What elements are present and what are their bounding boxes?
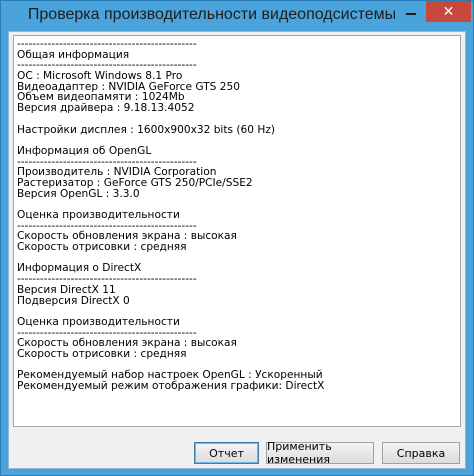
report-line: Рекомендуемый режим отображения графики:… — [17, 380, 325, 392]
report-line: Информация об OpenGL — [17, 144, 152, 157]
report-line: Скорость отрисовки : средняя — [17, 241, 187, 254]
report-line: Версия OpenGL : 3.3.0 — [17, 187, 140, 200]
performance-check-window: Проверка производительности видеоподсист… — [0, 0, 474, 476]
report-line: Подверсия DirectX 0 — [17, 294, 130, 307]
close-icon: ✕ — [442, 3, 455, 20]
help-button[interactable]: Справка — [382, 442, 460, 464]
dialog-client-area: ----------------------------------------… — [8, 31, 466, 469]
report-line — [17, 114, 460, 125]
report-line: Версия драйвера : 9.18.13.4052 — [17, 102, 195, 115]
report-line: Оценка производительности — [17, 315, 180, 328]
title-bar[interactable]: Проверка производительности видеоподсист… — [1, 1, 473, 31]
report-line: Настройки дисплея : 1600x900x32 bits (60… — [17, 123, 276, 136]
report-line: Скорость отрисовки : средняя — [17, 347, 187, 360]
report-text-area[interactable]: ----------------------------------------… — [13, 35, 461, 427]
report-button[interactable]: Отчет — [194, 442, 259, 464]
minimize-icon — [406, 13, 416, 15]
close-button[interactable]: ✕ — [426, 1, 471, 22]
apply-changes-button[interactable]: Применить изменения — [266, 440, 374, 466]
report-line: Версия DirectX 11 — [17, 283, 116, 296]
minimize-button[interactable] — [397, 1, 425, 22]
